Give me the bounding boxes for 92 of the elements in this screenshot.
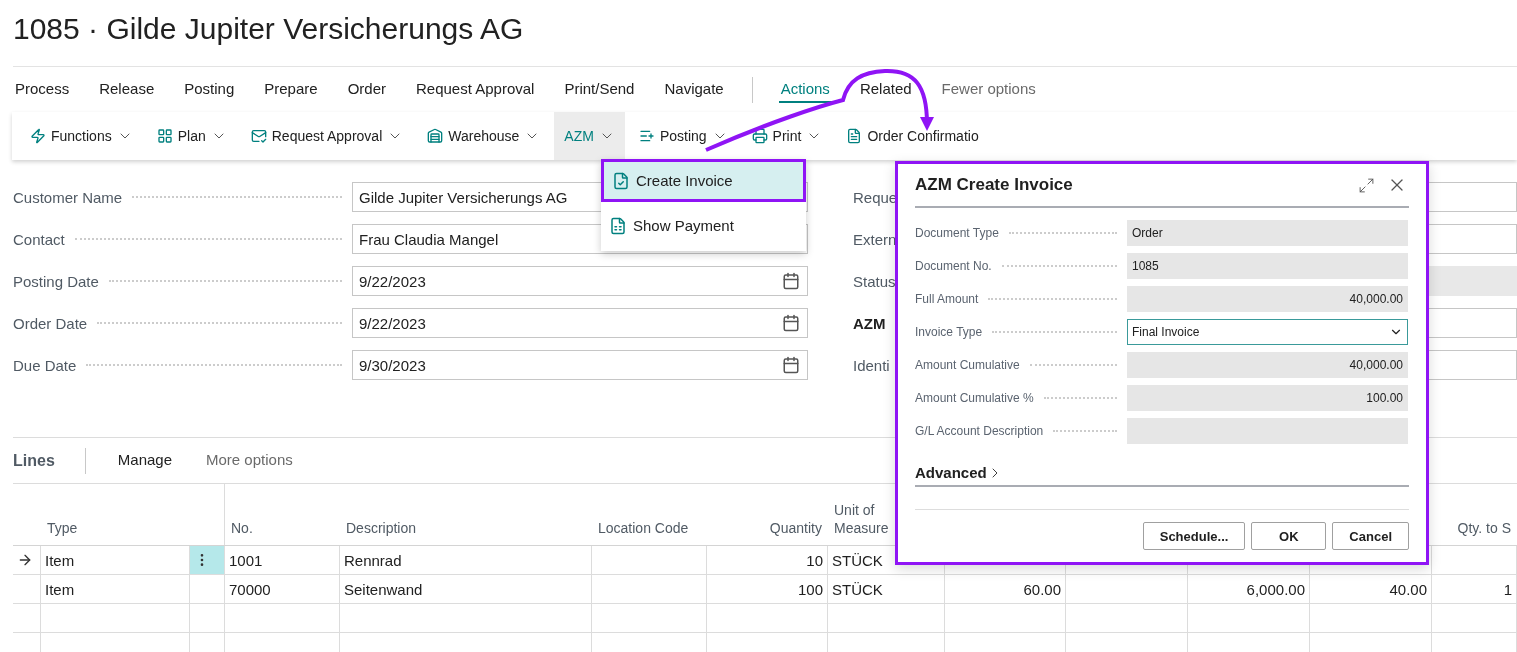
field-label: G/L Account Description bbox=[915, 424, 1044, 438]
table-cell: Seitenwand bbox=[344, 580, 423, 598]
lines-action[interactable]: Manage bbox=[115, 447, 174, 474]
table-cell: STÜCK bbox=[832, 580, 883, 598]
field-label: AZM bbox=[853, 314, 886, 332]
dialog-button[interactable]: Schedule... bbox=[1142, 522, 1246, 550]
text-field[interactable]: 40,000.00 bbox=[1127, 286, 1408, 312]
action-button[interactable]: Order Confirmatio bbox=[836, 112, 989, 160]
table-cell: Item bbox=[45, 580, 75, 598]
row-handle-cell[interactable] bbox=[190, 546, 225, 574]
menu-item[interactable]: Create Invoice bbox=[601, 159, 806, 202]
calendar-icon[interactable] bbox=[782, 272, 800, 290]
envelope-check-icon bbox=[250, 128, 267, 144]
text-field[interactable]: 1085 bbox=[1127, 253, 1408, 279]
column-header: Qty. to S bbox=[1456, 518, 1512, 538]
menu-tab[interactable]: Release bbox=[97, 76, 157, 103]
action-button[interactable]: Posting bbox=[628, 112, 738, 160]
table-cell: 1 bbox=[1503, 580, 1512, 598]
dialog-button[interactable]: Cancel bbox=[1332, 522, 1409, 550]
document-check-icon bbox=[612, 171, 630, 190]
printer-icon bbox=[751, 128, 768, 144]
field-label: Amount Cumulative bbox=[915, 358, 1020, 372]
menu-tab[interactable]: Order bbox=[345, 76, 388, 103]
field-label: Document Type bbox=[915, 226, 999, 240]
menu-tab[interactable]: Prepare bbox=[262, 76, 320, 103]
field-label: Amount Cumulative % bbox=[915, 391, 1034, 405]
field-label: Customer Name bbox=[13, 188, 123, 206]
column-header: Location Code bbox=[597, 518, 690, 538]
field-label: Extern bbox=[853, 230, 897, 248]
table-cell: 60.00 bbox=[1023, 580, 1061, 598]
field-label: Document No. bbox=[915, 259, 992, 273]
column-header: No. bbox=[230, 518, 254, 538]
field-label: Due Date bbox=[13, 356, 77, 374]
column-header: Type bbox=[46, 518, 79, 538]
grid-icon bbox=[156, 128, 173, 144]
field-label: Identi bbox=[853, 356, 890, 374]
section-toggle[interactable]: Advanced bbox=[915, 464, 1409, 487]
action-button[interactable]: Functions bbox=[20, 112, 143, 160]
field-label: Invoice Type bbox=[915, 325, 983, 339]
column-header: Quantity bbox=[768, 518, 823, 538]
table-cell: 70000 bbox=[229, 580, 271, 598]
calendar-icon[interactable] bbox=[782, 356, 800, 374]
table-cell: 1001 bbox=[229, 551, 263, 569]
fewer-options-link[interactable]: Fewer options bbox=[939, 76, 1038, 103]
date-field[interactable]: 9/30/2023 bbox=[352, 350, 808, 380]
lightning-icon bbox=[30, 128, 46, 144]
action-button[interactable]: Warehouse bbox=[417, 112, 551, 160]
view-tab[interactable]: Actions bbox=[778, 76, 832, 103]
table-cell: Rennrad bbox=[344, 551, 402, 569]
menu-tab[interactable]: Print/Send bbox=[562, 76, 637, 103]
menu-item[interactable]: Show Payment bbox=[601, 205, 806, 246]
column-header: Unit of Measure bbox=[833, 500, 890, 538]
action-button[interactable]: Print bbox=[741, 112, 833, 160]
text-field[interactable] bbox=[1127, 418, 1408, 444]
menu-tab[interactable]: Posting bbox=[182, 76, 237, 103]
action-button[interactable]: Request Approval bbox=[240, 112, 414, 160]
action-button[interactable]: Plan bbox=[146, 112, 237, 160]
dialog-title: AZM Create Invoice bbox=[915, 175, 1074, 195]
date-field[interactable]: 9/22/2023 bbox=[352, 308, 808, 338]
document-icon bbox=[846, 128, 863, 144]
calendar-icon[interactable] bbox=[782, 314, 800, 332]
table-cell: 10 bbox=[806, 551, 823, 569]
view-tab[interactable]: Related bbox=[857, 76, 914, 103]
table-cell: 100 bbox=[797, 580, 823, 598]
document-icon bbox=[609, 216, 627, 235]
page-title: 1085 · Gilde Jupiter Versicherungs AG bbox=[12, 11, 525, 47]
current-row-arrow-icon bbox=[17, 552, 33, 568]
field-label: Contact bbox=[13, 230, 65, 248]
action-button[interactable]: AZM bbox=[554, 112, 625, 160]
table-cell: Item bbox=[45, 551, 75, 569]
text-field[interactable]: 100.00 bbox=[1127, 385, 1408, 411]
field-label: Order Date bbox=[13, 314, 88, 332]
table-cell: 6,000.00 bbox=[1246, 580, 1305, 598]
column-header: Description bbox=[345, 518, 418, 538]
text-field[interactable]: Order bbox=[1127, 220, 1408, 246]
menu-tab[interactable]: Request Approval bbox=[414, 76, 537, 103]
field-label: Reque bbox=[853, 188, 898, 206]
date-field[interactable]: 9/22/2023 bbox=[352, 266, 808, 296]
select-field[interactable]: Final Invoice bbox=[1127, 319, 1408, 345]
field-label: Full Amount bbox=[915, 292, 979, 306]
table-cell: 40.00 bbox=[1389, 580, 1427, 598]
dialog-button[interactable]: OK bbox=[1251, 522, 1327, 550]
text-field[interactable]: 40,000.00 bbox=[1127, 352, 1408, 378]
list-plus-icon bbox=[638, 128, 655, 144]
section-title: Lines bbox=[13, 451, 55, 470]
table-cell: STÜCK bbox=[832, 551, 883, 569]
menu-tab[interactable]: Navigate bbox=[662, 76, 726, 103]
building-icon bbox=[427, 128, 444, 144]
field-label: Status bbox=[853, 272, 896, 290]
field-label: Posting Date bbox=[13, 272, 99, 290]
menu-tab[interactable]: Process bbox=[13, 76, 72, 103]
lines-action[interactable]: More options bbox=[204, 447, 295, 474]
